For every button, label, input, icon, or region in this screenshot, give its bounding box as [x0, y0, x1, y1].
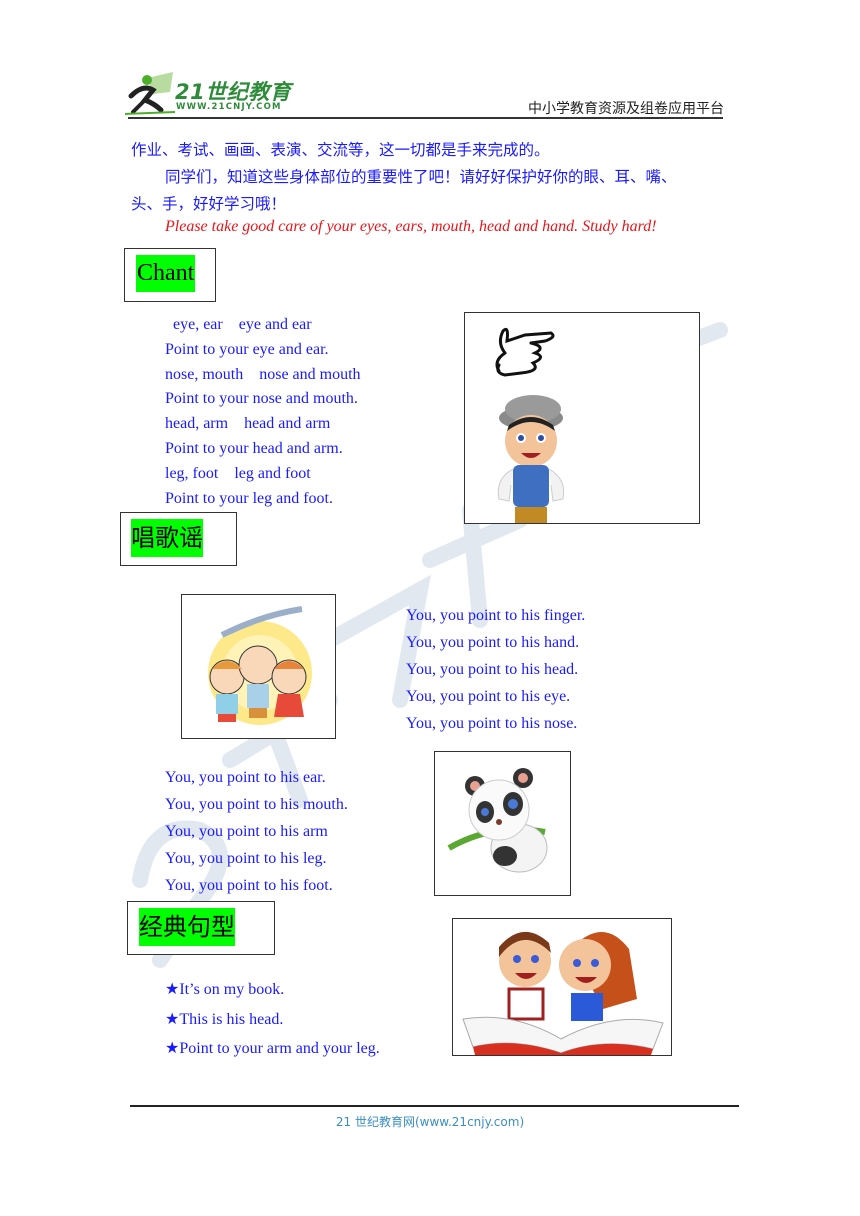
kids-reading-image	[452, 918, 672, 1056]
boy-illustration-icon	[497, 395, 565, 523]
header-tagline: 中小学教育资源及组卷应用平台	[528, 101, 724, 117]
boy-pointing-image	[464, 312, 700, 524]
intro-line-3: 头、手，好好学习哦！	[131, 195, 287, 213]
kids-reading-illustration-icon	[462, 931, 664, 1055]
song-lines-part-2: You, you point to his ear. You, you poin…	[165, 764, 348, 899]
song-line: You, you point to his hand.	[406, 634, 580, 651]
song-line: You, you point to his head.	[406, 661, 579, 678]
chant-line: leg, foot leg and foot	[165, 464, 311, 482]
song-line: You, you point to his foot.	[165, 877, 333, 894]
song-line: You, you point to his nose.	[406, 715, 578, 732]
chant-lines: eye, ear eye and ear Point to your eye a…	[165, 313, 361, 511]
panda-illustration-icon	[447, 768, 548, 873]
song-line: You, you point to his arm	[165, 823, 328, 840]
section-title-song: 唱歌谣	[131, 519, 203, 557]
song-line: You, you point to his eye.	[406, 688, 571, 705]
song-line: You, you point to his mouth.	[165, 796, 348, 813]
section-title-chant: Chant	[136, 255, 196, 292]
chant-line: eye, ear eye and ear	[165, 316, 312, 333]
footer-divider	[130, 1105, 739, 1107]
song-line: You, you point to his ear.	[165, 769, 326, 786]
chant-line: Point to your leg and foot.	[165, 489, 333, 507]
intro-line-1: 作业、考试、画画、表演、交流等，这一切都是手来完成的。	[131, 141, 550, 159]
sentence-pattern-lines: ★It’s on my book. ★This is his head. ★Po…	[165, 975, 380, 1064]
song-lines-part-1: You, you point to his finger. You, you p…	[406, 602, 585, 737]
chant-line: Point to your eye and ear.	[165, 340, 329, 358]
brand-logo-url: WWW.21CNJY.COM	[176, 102, 282, 112]
section-title-sentence-patterns: 经典句型	[139, 908, 235, 946]
chant-line: head, arm head and arm	[165, 415, 331, 433]
sentence-pattern-line: ★Point to your arm and your leg.	[165, 1040, 380, 1057]
chant-line: nose, mouth nose and mouth	[165, 365, 361, 383]
pointing-hand-icon	[495, 327, 555, 377]
sentence-pattern-line: ★This is his head.	[165, 1010, 284, 1028]
song-line: You, you point to his finger.	[406, 607, 586, 624]
section-label-song: 唱歌谣	[120, 512, 237, 566]
footer-site-link[interactable]: 21 世纪教育网(www.21cnjy.com)	[0, 1113, 860, 1130]
intro-line-2: 同学们，知道这些身体部位的重要性了吧！请好好保护好你的眼、耳、嘴、	[165, 168, 677, 186]
panda-image	[434, 751, 571, 896]
sentence-pattern-line: ★It’s on my book.	[165, 981, 285, 998]
header-divider	[128, 117, 723, 119]
intro-english-line: Please take good care of your eyes, ears…	[165, 218, 657, 235]
chant-line: Point to your nose and mouth.	[165, 390, 358, 408]
singing-children-image	[181, 594, 336, 739]
song-line: You, you point to his leg.	[165, 850, 327, 867]
chant-line: Point to your head and arm.	[165, 439, 343, 457]
section-label-sentence-patterns: 经典句型	[127, 901, 275, 955]
section-label-chant: Chant	[124, 248, 216, 302]
